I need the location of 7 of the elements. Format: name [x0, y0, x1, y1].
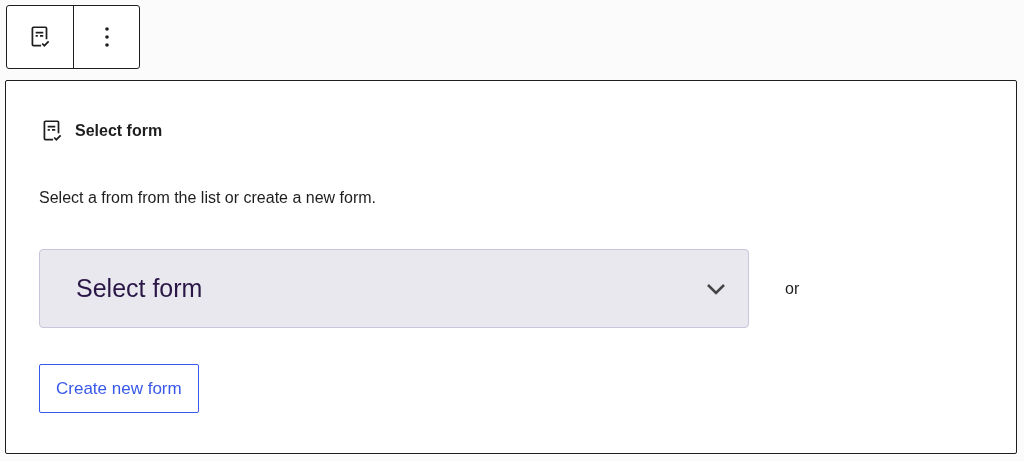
- chevron-down-icon: [706, 282, 726, 295]
- form-select[interactable]: Select form: [39, 249, 749, 328]
- panel-title: Select form: [75, 121, 163, 141]
- create-form-button[interactable]: Create new form: [39, 364, 199, 413]
- description: Select a from from the list or create a new form.: [39, 188, 377, 208]
- separator-text: or: [785, 278, 800, 299]
- more-icon: [104, 27, 109, 47]
